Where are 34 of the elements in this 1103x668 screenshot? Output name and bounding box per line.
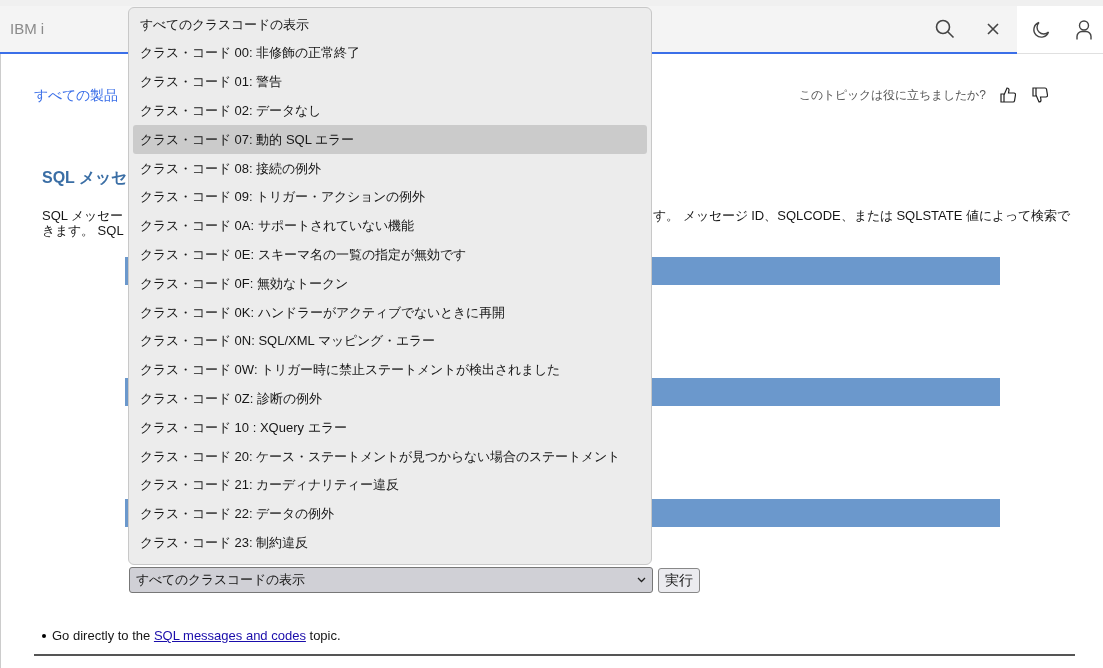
class-code-select[interactable]: すべてのクラスコードの表示 — [129, 567, 653, 593]
thumbs-up-icon[interactable] — [1000, 87, 1016, 103]
dropdown-option[interactable]: クラス・コード 0F: 無効なトークン — [133, 269, 647, 298]
intro-text: SQL メッセー — [42, 208, 124, 223]
dropdown-option[interactable]: クラス・コード 0Z: 診断の例外 — [133, 384, 647, 414]
run-button[interactable]: 実行 — [658, 567, 700, 593]
bullet-icon — [42, 633, 46, 638]
dropdown-option[interactable]: クラス・コード 0W: トリガー時に禁止ステートメントが検出されました — [133, 355, 647, 385]
dropdown-option[interactable]: クラス・コード 01: 警告 — [133, 67, 647, 97]
sql-messages-link[interactable]: SQL messages and codes — [153, 628, 306, 643]
intro-text: きます。 SQL — [42, 223, 124, 238]
feedback-question: このトピックは役に立ちましたか? — [799, 87, 986, 104]
dropdown-option[interactable]: クラス・コード 0E: スキーマ名の一覧の指定が無効です — [133, 240, 647, 270]
intro-text: す。 メッセージ ID、SQLCODE、または SQLSTATE 値によって検索で — [653, 208, 1070, 223]
dropdown-option[interactable]: すべてのクラスコードの表示 — [133, 10, 647, 39]
dropdown-option[interactable]: クラス・コード 02: データなし — [133, 96, 647, 126]
bullet-text: Go directly to the SQL messages and codes topic. — [52, 627, 341, 645]
dropdown-option[interactable]: クラス・コード 0A: サポートされていない機能 — [133, 211, 647, 241]
dropdown-option[interactable]: クラス・コード 08: 接続の例外 — [133, 154, 647, 183]
page-heading: SQL メッセ — [42, 168, 128, 188]
thumbs-down-icon[interactable] — [1032, 87, 1048, 103]
chevron-down-icon — [637, 577, 646, 583]
dropdown-option[interactable]: クラス・コード 00: 非修飾の正常終了 — [133, 38, 647, 68]
dropdown-option[interactable]: クラス・コード 09: トリガー・アクションの例外 — [133, 182, 647, 212]
dropdown-option[interactable]: クラス・コード 0K: ハンドラーがアクティブでないときに再開 — [133, 297, 647, 327]
dropdown-option[interactable]: クラス・コード 23: 制約違反 — [133, 528, 647, 558]
dropdown-option[interactable]: クラス・コード 07: 動的 SQL エラー — [133, 125, 647, 154]
dropdown-option[interactable]: クラス・コード 20: ケース・ステートメントが見つからない場合のステートメント — [133, 441, 647, 471]
breadcrumb-link[interactable]: すべての製品 — [34, 84, 118, 106]
dropdown-option[interactable]: クラス・コード 21: カーディナリティー違反 — [133, 470, 647, 500]
dropdown-option[interactable]: クラス・コード 22: データの例外 — [133, 499, 647, 529]
dropdown-option[interactable]: クラス・コード 0N: SQL/XML マッピング・エラー — [133, 326, 647, 356]
dropdown-option[interactable]: クラス・コード 10 : XQuery エラー — [133, 413, 647, 442]
product-title: IBM i — [9, 18, 45, 39]
